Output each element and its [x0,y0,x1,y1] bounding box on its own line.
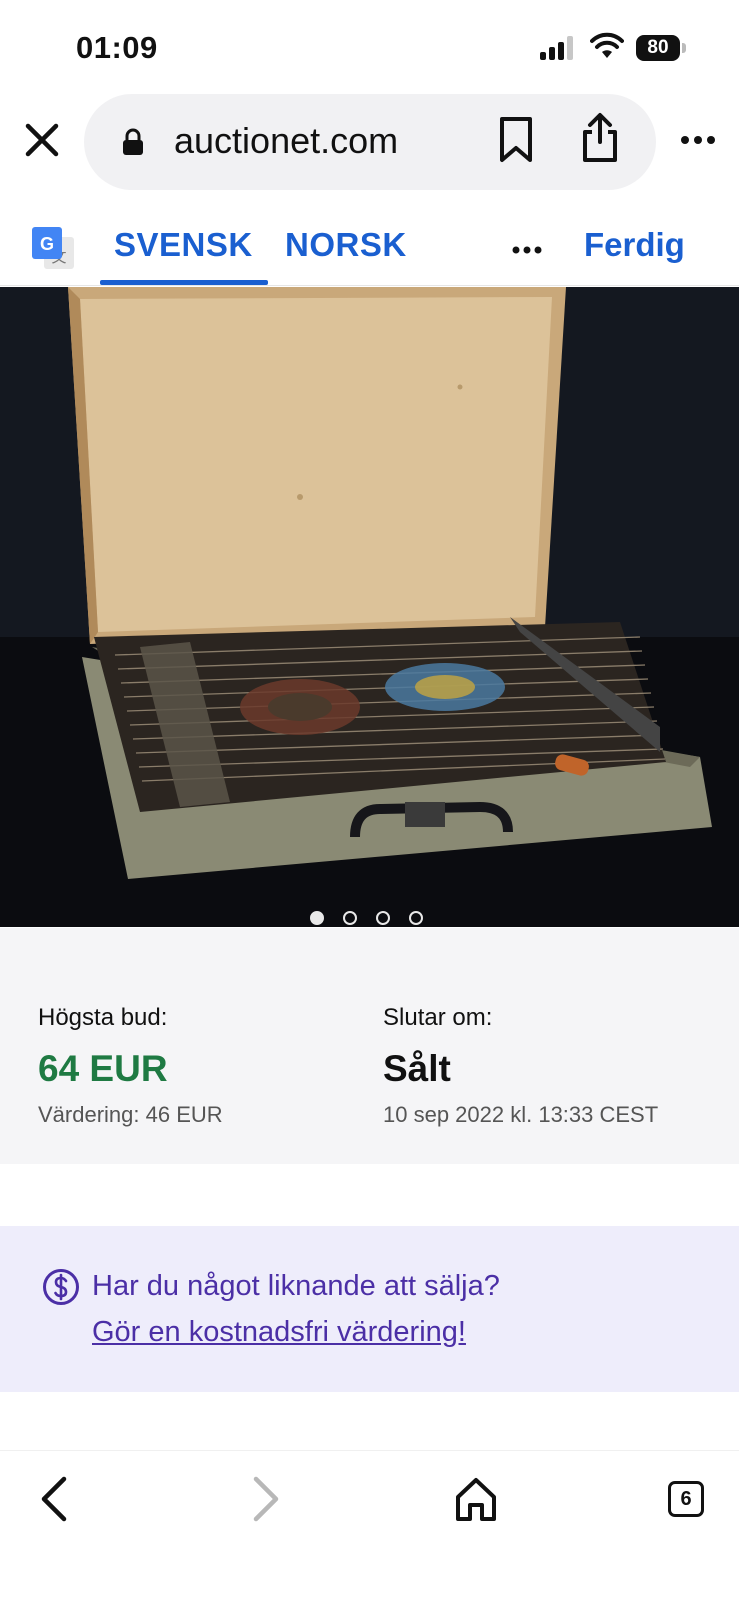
battery-icon: 80 [636,35,686,61]
lock-icon [123,128,143,155]
cellular-signal-icon [540,36,578,60]
tab-norsk[interactable]: NORSK [285,226,407,264]
sale-status: Sålt [383,1048,451,1089]
translate-more-icon[interactable] [512,246,542,254]
status-bar: 01:09 80 [0,0,739,90]
bookmark-icon[interactable] [498,116,534,164]
pagination-dot[interactable] [376,911,390,925]
zither-case-illustration [0,287,739,927]
wifi-icon [590,32,624,58]
image-pagination[interactable] [310,911,430,927]
google-translate-icon: 文 G [32,227,74,269]
product-image[interactable] [0,287,739,927]
url-text: auctionet.com [174,120,399,161]
address-bar[interactable]: auctionet.com [84,94,656,190]
home-icon[interactable] [450,1473,502,1525]
close-icon[interactable] [22,120,62,160]
more-icon[interactable] [680,130,716,150]
highest-bid-value: 64 EUR [38,1048,168,1089]
sell-question: Har du något liknande att sälja? [92,1270,500,1302]
tabs-button[interactable]: 6 [660,1473,712,1525]
tabs-count: 6 [668,1481,704,1517]
tab-svensk[interactable]: SVENSK [114,226,253,264]
pagination-dot[interactable] [343,911,357,925]
translate-bar: 文 G SVENSK NORSK Ferdig [0,200,739,286]
done-button[interactable]: Ferdig [584,226,685,264]
pagination-dot-active[interactable] [310,911,324,925]
share-icon[interactable] [580,112,620,164]
back-icon[interactable] [30,1473,82,1525]
status-time: 01:09 [76,30,158,65]
highest-bid-label: Högsta bud: [38,1004,168,1031]
ends-label: Slutar om: [383,1004,493,1031]
battery-level: 80 [636,35,680,61]
svg-text:G: G [40,234,54,254]
forward-icon[interactable] [238,1473,290,1525]
estimate-text: Värdering: 46 EUR [38,1102,223,1127]
dollar-icon [43,1269,79,1305]
bid-info-panel: Högsta bud: 64 EUR Värdering: 46 EUR Slu… [0,928,739,1164]
browser-url-row: auctionet.com [0,92,739,192]
free-valuation-link[interactable]: Gör en kostnadsfri värdering! [92,1316,466,1349]
selected-tab-indicator [100,280,268,285]
pagination-dot[interactable] [409,911,423,925]
sell-banner: Har du något liknande att sälja? Gör en … [0,1226,739,1392]
end-date: 10 sep 2022 kl. 13:33 CEST [383,1102,659,1127]
browser-toolbar: 6 [0,1450,739,1600]
